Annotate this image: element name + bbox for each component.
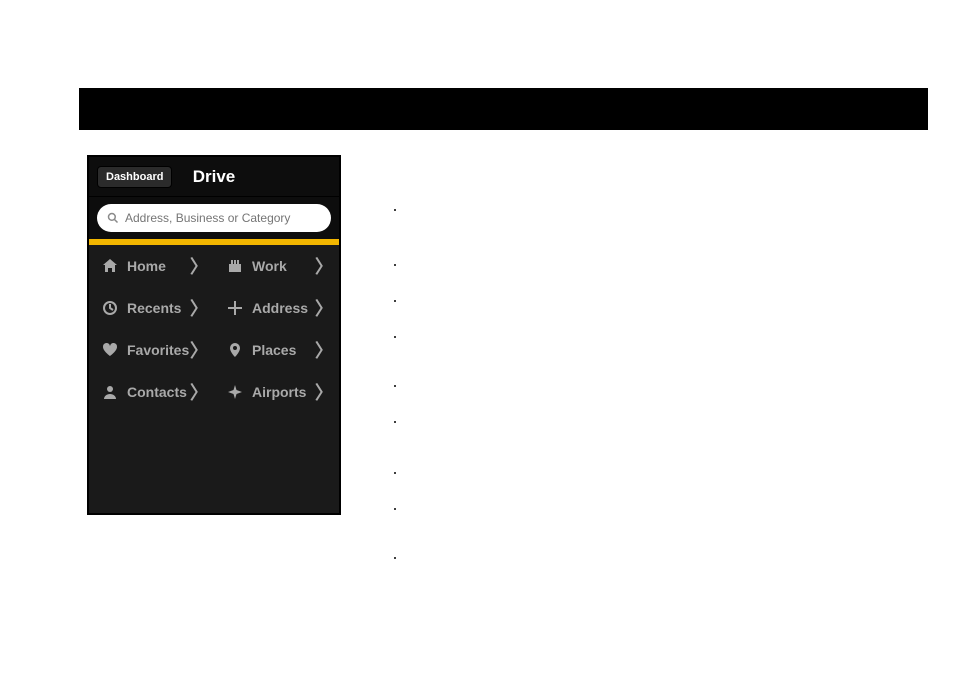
chevron-right-icon: 〉 <box>315 295 333 321</box>
intersection-icon <box>224 300 246 316</box>
search-input[interactable] <box>125 211 321 225</box>
person-icon <box>99 384 121 400</box>
chevron-right-icon: 〉 <box>190 379 208 405</box>
grid-item-label: Favorites <box>127 342 190 358</box>
grid-item-work[interactable]: Work 〉 <box>214 245 339 287</box>
search-icon <box>107 212 119 224</box>
phone-frame: Dashboard Drive Home 〉 Work 〉 Recents 〉 <box>87 155 341 515</box>
chevron-right-icon: 〉 <box>190 337 208 363</box>
work-icon <box>224 258 246 274</box>
grid-item-recents[interactable]: Recents 〉 <box>89 287 214 329</box>
grid-item-label: Address <box>252 300 315 316</box>
header-bar <box>79 88 928 130</box>
grid-item-label: Work <box>252 258 315 274</box>
grid-item-contacts[interactable]: Contacts 〉 <box>89 371 214 413</box>
grid-item-address[interactable]: Address 〉 <box>214 287 339 329</box>
grid-item-favorites[interactable]: Favorites 〉 <box>89 329 214 371</box>
home-icon <box>99 258 121 274</box>
chevron-right-icon: 〉 <box>190 253 208 279</box>
grid-item-label: Airports <box>252 384 315 400</box>
grid-item-label: Contacts <box>127 384 190 400</box>
grid-item-label: Places <box>252 342 315 358</box>
chevron-right-icon: 〉 <box>315 379 333 405</box>
grid-item-label: Recents <box>127 300 190 316</box>
app-topbar: Dashboard Drive <box>89 157 339 197</box>
chevron-right-icon: 〉 <box>315 337 333 363</box>
heart-icon <box>99 342 121 358</box>
clock-icon <box>99 300 121 316</box>
screen-title: Drive <box>193 167 236 187</box>
pin-icon <box>224 342 246 358</box>
back-button[interactable]: Dashboard <box>97 166 172 188</box>
chevron-right-icon: 〉 <box>190 295 208 321</box>
chevron-right-icon: 〉 <box>315 253 333 279</box>
search-wrap <box>89 197 339 239</box>
grid-item-airports[interactable]: Airports 〉 <box>214 371 339 413</box>
airplane-icon <box>224 384 246 400</box>
back-button-label: Dashboard <box>106 171 163 183</box>
search-field[interactable] <box>97 204 331 232</box>
drive-grid: Home 〉 Work 〉 Recents 〉 Address 〉 Favori… <box>89 245 339 413</box>
grid-item-places[interactable]: Places 〉 <box>214 329 339 371</box>
grid-item-label: Home <box>127 258 190 274</box>
grid-item-home[interactable]: Home 〉 <box>89 245 214 287</box>
